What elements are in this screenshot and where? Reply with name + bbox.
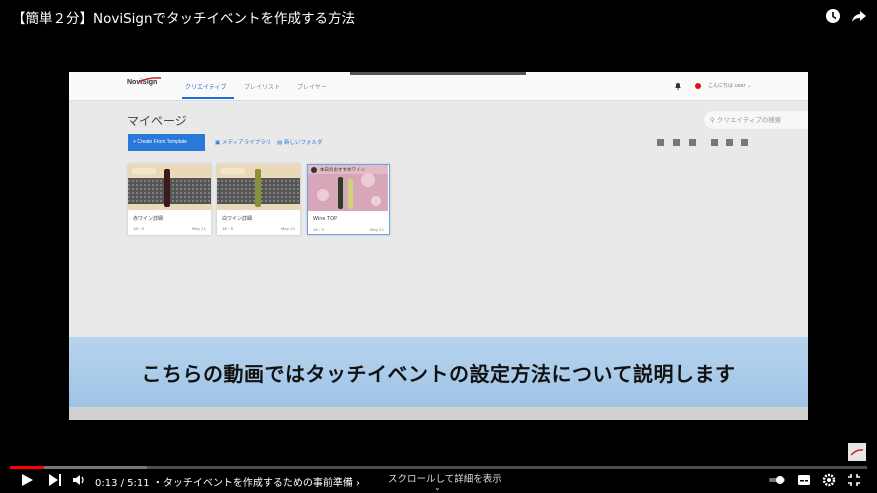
card-date: May 21: [281, 226, 295, 231]
copy-icon[interactable]: [689, 139, 696, 146]
play-icon[interactable]: [20, 473, 34, 487]
tab-creative[interactable]: クリエイティブ: [185, 82, 227, 91]
card-name: Wine TOP: [313, 216, 338, 222]
video-title[interactable]: 【簡単２分】NoviSignでタッチイベントを作成する方法: [12, 7, 355, 27]
card-name: 白ワイン詳細: [222, 216, 253, 222]
tab-playlist[interactable]: プレイリスト: [244, 82, 280, 91]
creative-card-red-wine[interactable]: 赤ワイン詳細 16 : 9 May 21: [128, 164, 211, 235]
watch-later-icon[interactable]: [825, 8, 841, 24]
search-input[interactable]: ⚲ クリエイティブの検索: [704, 111, 808, 129]
media-library-icon: ▣: [215, 140, 222, 146]
search-icon: ⚲: [710, 116, 717, 124]
chapter-link[interactable]: ・タッチイベントを作成するための事前準備 ›: [153, 478, 360, 489]
frame-bottom-strip: [69, 407, 808, 420]
create-from-template-button[interactable]: + Create From Template: [128, 134, 205, 151]
user-menu[interactable]: こんにちは user ⌄: [708, 82, 751, 89]
page-title: マイページ: [127, 114, 187, 128]
grid-view-icon[interactable]: [741, 139, 748, 146]
exit-fullscreen-icon[interactable]: [847, 473, 861, 487]
media-library-link[interactable]: ▣ メディアライブラリ: [215, 138, 271, 146]
card-aspect: 16 : 9: [133, 226, 144, 231]
card-aspect: 16 : 9: [222, 226, 233, 231]
new-folder-link[interactable]: ▤ 新しいフォルダ: [277, 138, 322, 146]
media-library-label: メディアライブラリ: [221, 140, 272, 146]
creative-card-white-wine[interactable]: 白ワイン詳細 16 : 9 May 21: [217, 164, 300, 235]
frame-scrollbar: [350, 72, 526, 75]
edit-icon[interactable]: [657, 139, 664, 146]
language-flag-icon[interactable]: [695, 83, 701, 89]
active-tab-indicator: [182, 97, 234, 99]
autoplay-toggle-icon[interactable]: [768, 473, 786, 487]
subtitles-icon[interactable]: [797, 473, 811, 487]
chevron-down-icon[interactable]: ⌄: [434, 483, 441, 492]
card-thumbnail: [128, 164, 211, 210]
scroll-hint[interactable]: スクロールして詳細を表示: [388, 471, 502, 485]
top-actions: [825, 8, 867, 24]
time-display: 0:13 / 5:11 ・タッチイベントを作成するための事前準備 ›: [95, 474, 360, 489]
channel-watermark[interactable]: [848, 443, 866, 461]
card-aspect: 16 : 9: [313, 227, 324, 232]
creative-card-wine-top[interactable]: 本日のおすすめワイン Wine TOP 16 : 9 May 21: [307, 164, 390, 235]
tab-player[interactable]: プレイヤー: [297, 82, 327, 91]
card-thumbnail: [217, 164, 300, 210]
bell-icon[interactable]: [674, 82, 682, 90]
search-placeholder: クリエイティブの検索: [716, 116, 782, 124]
next-icon[interactable]: [48, 473, 62, 487]
settings-gear-icon[interactable]: [822, 473, 836, 487]
logo-swoosh-icon: [139, 77, 161, 83]
progress-played: [10, 466, 45, 469]
progress-bar[interactable]: [10, 466, 867, 469]
video-caption: こちらの動画ではタッチイベントの設定方法について説明します: [141, 362, 736, 386]
app-navbar: NoviSign クリエイティブ プレイリスト プレイヤー こんにちは user…: [69, 72, 808, 101]
share-icon[interactable]: [851, 8, 867, 24]
video-frame[interactable]: NoviSign クリエイティブ プレイリスト プレイヤー こんにちは user…: [69, 72, 808, 420]
time-readout: 0:13 / 5:11: [95, 478, 150, 489]
card-name: 赤ワイン詳細: [133, 216, 164, 222]
trash-icon[interactable]: [673, 139, 680, 146]
folder-icon: ▤: [277, 140, 284, 146]
volume-icon[interactable]: [72, 473, 86, 487]
new-folder-label: 新しいフォルダ: [283, 140, 323, 146]
card-badge: 本日のおすすめワイン: [320, 168, 365, 173]
sort-icon[interactable]: [711, 139, 718, 146]
filter-icon[interactable]: [726, 139, 733, 146]
card-date: May 21: [370, 227, 384, 232]
card-date: May 21: [192, 226, 206, 231]
